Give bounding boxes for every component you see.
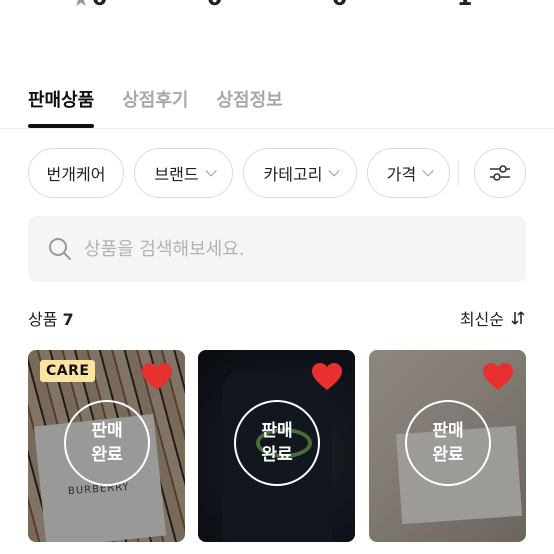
product-count-value: 7 <box>62 310 74 329</box>
filter-chip-price[interactable]: 가격 <box>367 148 450 198</box>
product-card[interactable]: BURBERRY CARE 판매 완료 <box>28 350 185 542</box>
shop-tabs: 판매상품 상점후기 상점정보 <box>28 86 283 128</box>
sort-dropdown[interactable]: 최신순 <box>460 306 526 330</box>
filter-chip-label: 브랜드 <box>154 165 199 184</box>
product-count: 상품 7 <box>28 306 74 330</box>
filter-divider <box>458 160 459 186</box>
search-input[interactable] <box>84 238 484 260</box>
shop-stats-row: ★ 0 0 0 1 <box>0 0 554 14</box>
sold-status-line2: 완료 <box>91 445 123 465</box>
filter-bar: 번개케어 브랜드 카테고리 가격 <box>28 148 554 198</box>
chevron-down-icon <box>422 165 434 177</box>
filter-chip-label: 가격 <box>386 165 417 184</box>
filter-settings-button[interactable] <box>474 148 526 198</box>
sold-status-line1: 판매 <box>91 421 123 441</box>
stat-rating-value: 0 <box>92 0 107 11</box>
stat-value-2: 0 <box>207 0 222 11</box>
tabs-divider <box>0 128 554 129</box>
stat-rating: ★ 0 <box>72 0 107 11</box>
stat-value-3: 0 <box>332 0 347 11</box>
sold-status-line2: 완료 <box>432 445 464 465</box>
search-icon <box>49 238 71 260</box>
sold-status-line1: 판매 <box>432 421 464 441</box>
product-count-row: 상품 7 최신순 <box>28 306 526 330</box>
filter-chip-label: 카테고리 <box>263 165 323 184</box>
sort-arrows-icon <box>511 311 525 325</box>
chevron-down-icon <box>205 165 217 177</box>
heart-icon[interactable] <box>482 362 514 392</box>
tab-sale-products[interactable]: 판매상품 <box>28 86 95 128</box>
tab-shop-reviews[interactable]: 상점후기 <box>122 86 188 128</box>
product-card[interactable]: 판매 완료 <box>198 350 355 542</box>
star-icon: ★ <box>72 0 90 11</box>
tab-shop-info[interactable]: 상점정보 <box>217 86 283 128</box>
stat-value-4: 1 <box>457 0 472 11</box>
sold-status-line1: 판매 <box>261 421 293 441</box>
sold-status-line2: 완료 <box>261 445 293 465</box>
filter-sliders-icon <box>490 165 510 181</box>
sold-status-badge: 판매 완료 <box>64 400 150 486</box>
heart-icon[interactable] <box>141 362 173 392</box>
chevron-down-icon <box>328 165 341 177</box>
care-badge: CARE <box>40 360 96 382</box>
product-search-box <box>28 216 526 282</box>
filter-chip-label: 번개케어 <box>46 165 106 184</box>
sold-status-badge: 판매 완료 <box>405 400 491 486</box>
filter-chip-category[interactable]: 카테고리 <box>243 148 357 198</box>
filter-chip-brand[interactable]: 브랜드 <box>134 148 233 198</box>
sold-status-badge: 판매 완료 <box>234 400 320 486</box>
product-card[interactable]: 판매 완료 <box>369 350 526 542</box>
filter-chip-bungae-care[interactable]: 번개케어 <box>28 148 124 198</box>
sort-label: 최신순 <box>459 310 504 329</box>
heart-icon[interactable] <box>311 362 343 392</box>
product-count-label: 상품 <box>28 310 58 329</box>
